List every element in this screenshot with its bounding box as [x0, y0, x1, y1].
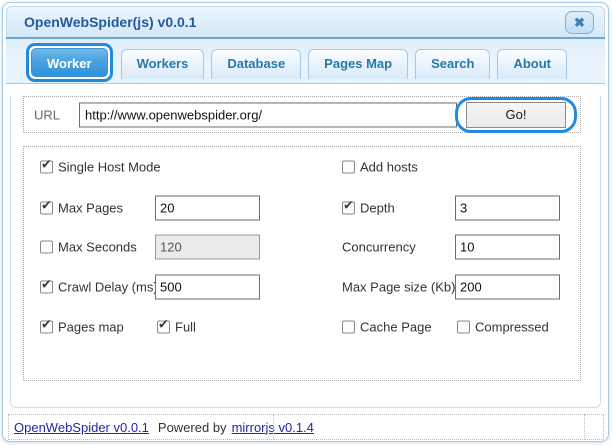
- concurrency-input[interactable]: [455, 235, 560, 260]
- tab-workers[interactable]: Workers: [121, 49, 205, 79]
- openwebspider-link[interactable]: OpenWebSpider v0.0.1: [14, 420, 149, 435]
- pages-map-label: Pages map: [58, 320, 124, 335]
- depth-checkbox[interactable]: [342, 202, 355, 215]
- footer-spacer: [273, 414, 585, 440]
- crawl-delay-label: Crawl Delay (ms): [58, 280, 158, 295]
- powered-by-text: Powered by: [158, 420, 227, 435]
- go-button-focus-ring: Go!: [455, 97, 577, 133]
- active-tab-focus-ring: Worker: [26, 43, 113, 82]
- tab-database[interactable]: Database: [211, 49, 301, 79]
- concurrency-label: Concurrency: [342, 240, 416, 255]
- options-fieldset: Single Host Mode Add hosts Max Pages Dep…: [23, 146, 581, 381]
- single-host-mode-checkbox[interactable]: [40, 161, 53, 174]
- max-pages-label: Max Pages: [58, 201, 123, 216]
- url-label: URL: [34, 107, 60, 122]
- pages-map-checkbox[interactable]: [40, 321, 53, 334]
- dialog-title: OpenWebSpider(js) v0.0.1: [24, 14, 196, 30]
- go-button[interactable]: Go!: [466, 102, 566, 128]
- depth-label: Depth: [360, 201, 395, 216]
- footer-end-cell: [584, 414, 604, 440]
- footer: OpenWebSpider v0.0.1 Powered by mirrorjs…: [8, 414, 604, 440]
- add-hosts-checkbox[interactable]: [342, 161, 355, 174]
- max-pages-checkbox[interactable]: [40, 202, 53, 215]
- options-row-3: Max Seconds Concurrency: [24, 234, 580, 260]
- max-page-size-label: Max Page size (Kb): [342, 280, 455, 295]
- crawl-delay-input[interactable]: [155, 275, 260, 300]
- options-row-2: Max Pages Depth: [24, 195, 580, 221]
- worker-panel: URL Go! Single Host Mode Add hosts Max P…: [10, 96, 601, 408]
- openwebspider-dialog: OpenWebSpider(js) v0.0.1 ✖ Worker Worker…: [2, 2, 609, 442]
- full-label: Full: [175, 320, 196, 335]
- close-icon: ✖: [574, 16, 585, 29]
- max-page-size-input[interactable]: [455, 275, 560, 300]
- tab-worker[interactable]: Worker: [31, 48, 108, 77]
- cache-page-label: Cache Page: [360, 320, 432, 335]
- compressed-label: Compressed: [475, 320, 549, 335]
- max-seconds-input: [155, 235, 260, 260]
- dialog-titlebar: OpenWebSpider(js) v0.0.1 ✖: [6, 6, 605, 37]
- url-fieldset: URL Go!: [23, 96, 581, 133]
- close-button[interactable]: ✖: [565, 11, 594, 34]
- footer-credits: OpenWebSpider v0.0.1 Powered by mirrorjs…: [8, 414, 274, 440]
- max-pages-input[interactable]: [155, 196, 260, 221]
- tab-pages-map[interactable]: Pages Map: [308, 49, 408, 79]
- crawl-delay-checkbox[interactable]: [40, 281, 53, 294]
- options-row-5: Pages map Full Cache Page Compressed: [24, 314, 580, 340]
- tab-about[interactable]: About: [497, 49, 567, 79]
- options-row-1: Single Host Mode Add hosts: [24, 154, 580, 180]
- depth-input[interactable]: [455, 196, 560, 221]
- max-seconds-checkbox[interactable]: [40, 241, 53, 254]
- full-checkbox[interactable]: [157, 321, 170, 334]
- add-hosts-label: Add hosts: [360, 160, 418, 175]
- compressed-checkbox[interactable]: [457, 321, 470, 334]
- options-row-4: Crawl Delay (ms) Max Page size (Kb): [24, 274, 580, 300]
- max-seconds-label: Max Seconds: [58, 240, 137, 255]
- tab-bar: Worker Workers Database Pages Map Search…: [6, 37, 605, 84]
- tab-search[interactable]: Search: [415, 49, 490, 79]
- cache-page-checkbox[interactable]: [342, 321, 355, 334]
- single-host-mode-label: Single Host Mode: [58, 160, 161, 175]
- url-input[interactable]: [79, 102, 457, 127]
